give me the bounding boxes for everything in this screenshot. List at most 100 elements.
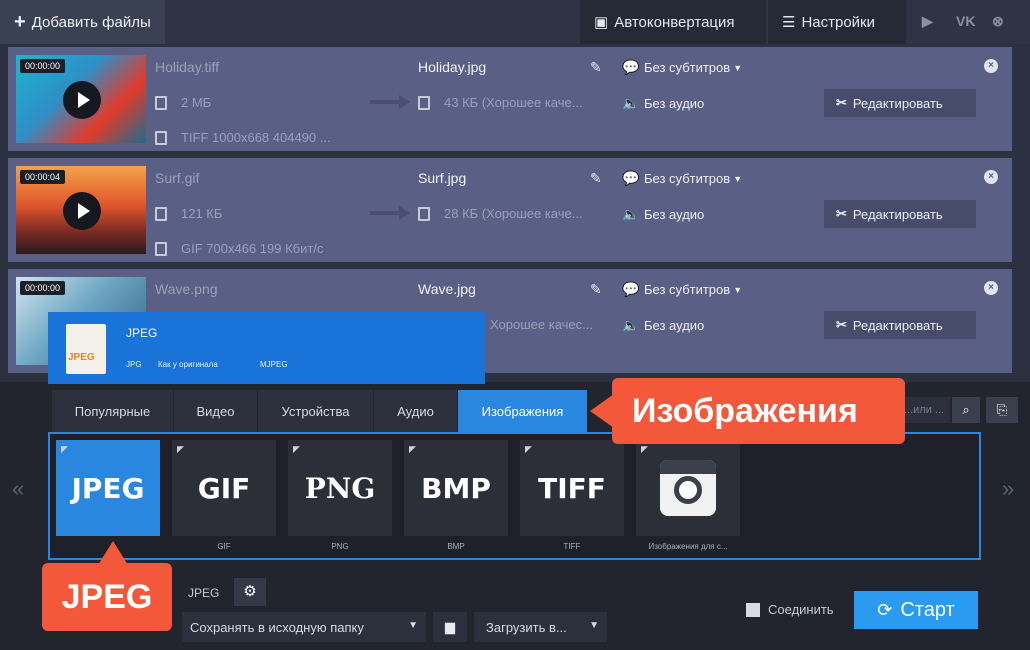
subtitles-dropdown[interactable]: 💬 Без субтитров ▼ [622, 170, 742, 187]
add-files-label: Добавить файлы [31, 13, 151, 31]
format-grid: ◤ JPEG ◤ GIF ◤ PNG ◤ BMP ◤ TIFF ◤ GIF PN… [48, 432, 981, 560]
edit-label: Редактировать [852, 95, 943, 111]
preset-title: JPEG [126, 326, 158, 340]
upload-select[interactable]: Загрузить в... ▼ [474, 612, 607, 642]
chevron-down-icon: ▼ [733, 62, 743, 73]
remove-file-icon[interactable]: × [984, 170, 998, 184]
format-tiff[interactable]: ◤ TIFF [520, 440, 624, 536]
tab-devices[interactable]: Устройства [258, 390, 374, 432]
audio-dropdown[interactable]: 🔈 Без аудио [622, 317, 704, 334]
settings-button[interactable]: ☰ Настройки [768, 0, 906, 44]
rename-pencil-icon[interactable]: ✎ [590, 281, 602, 298]
source-filename: Surf.gif [155, 170, 200, 186]
file-row[interactable]: 00:00:00 Holiday.tiff 2 МБ TIFF 1000x668… [8, 47, 1012, 151]
find-device-icon[interactable]: ⎘ [986, 397, 1018, 423]
edit-button[interactable]: ✂ Редактировать [824, 89, 976, 117]
file-icon [418, 95, 430, 110]
source-filename: Wave.png [155, 281, 218, 297]
source-info-text: TIFF 1000x668 404490 ... [181, 130, 331, 145]
audio-label: Без аудио [644, 318, 705, 333]
scroll-left-icon[interactable]: « [12, 476, 24, 502]
format-label: PNG [304, 472, 376, 505]
pin-icon: ◤ [61, 444, 68, 454]
file-icon [155, 206, 167, 221]
folder-icon[interactable]: ▆ [433, 612, 467, 642]
format-gif[interactable]: ◤ GIF [172, 440, 276, 536]
gear-icon[interactable]: ⚙ [234, 578, 266, 606]
refresh-icon: ⟳ [877, 599, 893, 620]
format-caption: TIFF [563, 542, 581, 551]
jpeg-file-icon: JPEG [66, 324, 106, 374]
format-jpeg[interactable]: ◤ JPEG [56, 440, 160, 536]
start-button[interactable]: ⟳ Старт [854, 591, 978, 629]
search-icon[interactable]: ⌕ [952, 397, 980, 423]
subtitles-dropdown[interactable]: 💬 Без субтитров ▼ [622, 59, 742, 76]
remove-file-icon[interactable]: × [984, 281, 998, 295]
edit-label: Редактировать [852, 317, 943, 333]
preset-meta-size: Как у оригинала [158, 360, 218, 369]
rename-pencil-icon[interactable]: ✎ [590, 170, 602, 187]
youtube-icon[interactable]: ▶ [922, 13, 933, 30]
file-row[interactable]: 00:00:04 Surf.gif 121 КБ GIF 700x466 199… [8, 158, 1012, 262]
join-label: Соединить [768, 602, 834, 617]
video-thumbnail[interactable]: 00:00:00 [16, 55, 146, 143]
scroll-right-icon[interactable]: » [1002, 476, 1014, 502]
checkbox-icon[interactable] [746, 602, 760, 617]
remove-file-icon[interactable]: × [984, 59, 998, 73]
tab-video[interactable]: Видео [174, 390, 258, 432]
format-caption: GIF [217, 542, 231, 551]
play-icon[interactable] [63, 192, 101, 230]
tab-images[interactable]: Изображения [458, 390, 588, 432]
add-files-button[interactable]: + Добавить файлы [0, 0, 165, 44]
edit-button[interactable]: ✂ Редактировать [824, 311, 976, 339]
tab-audio[interactable]: Аудио [374, 390, 458, 432]
duration-badge: 00:00:00 [20, 59, 66, 73]
output-size: 28 КБ (Хорошее каче... [418, 206, 583, 221]
subtitles-label: Без субтитров [644, 60, 731, 75]
save-folder-select[interactable]: Сохранять в исходную папку ▼ [182, 612, 426, 642]
file-icon-text: JPEG [68, 352, 95, 363]
scissors-icon: ✂ [836, 95, 847, 110]
subtitles-label: Без субтитров [644, 171, 731, 186]
play-icon[interactable] [63, 81, 101, 119]
output-size-text: 43 КБ (Хорошее каче... [444, 95, 583, 110]
info-icon [155, 130, 167, 145]
audio-dropdown[interactable]: 🔈 Без аудио [622, 206, 704, 223]
speech-bubble-icon: 💬 [622, 59, 640, 75]
audio-dropdown[interactable]: 🔈 Без аудио [622, 95, 704, 112]
speech-bubble-icon: 💬 [622, 281, 640, 297]
search-input[interactable]: ...или ... [900, 397, 950, 423]
images-tab-callout: Изображения [590, 378, 905, 444]
speech-bubble-icon: 💬 [622, 170, 640, 186]
format-bmp[interactable]: ◤ BMP [404, 440, 508, 536]
plus-icon: + [14, 11, 26, 33]
tab-popular[interactable]: Популярные [52, 390, 174, 432]
speaker-icon: 🔈 [622, 317, 640, 333]
rename-pencil-icon[interactable]: ✎ [590, 59, 602, 76]
output-size: 43 КБ (Хорошее каче... [418, 95, 583, 110]
source-size-text: 2 МБ [181, 95, 212, 110]
output-size-text: Хорошее качес... [490, 317, 593, 332]
category-tabs: Популярные Видео Устройства Аудио Изобра… [52, 390, 588, 432]
format-caption: BMP [447, 542, 465, 551]
format-label: JPEG [71, 472, 145, 505]
format-social-images[interactable]: ◤ [636, 440, 740, 536]
arrow-right-icon [370, 95, 410, 109]
pin-icon: ◤ [293, 444, 300, 454]
jpeg-format-callout: JPEG [42, 541, 172, 631]
preset-card[interactable]: JPEG JPEG JPG Как у оригинала MJPEG [48, 312, 485, 384]
start-label: Старт [900, 598, 955, 621]
format-png[interactable]: ◤ PNG [288, 440, 392, 536]
pin-icon: ◤ [409, 444, 416, 454]
odnoklassniki-icon[interactable]: ⊗ [992, 13, 1004, 30]
edit-button[interactable]: ✂ Редактировать [824, 200, 976, 228]
chevron-down-icon: ▼ [733, 284, 743, 295]
autoconvert-button[interactable]: ▣ Автоконвертация [580, 0, 766, 44]
join-checkbox[interactable]: Соединить [746, 602, 834, 617]
video-thumbnail[interactable]: 00:00:04 [16, 166, 146, 254]
subtitles-dropdown[interactable]: 💬 Без субтитров ▼ [622, 281, 742, 298]
vk-icon[interactable]: VK [956, 13, 975, 29]
audio-label: Без аудио [644, 96, 705, 111]
settings-label: Настройки [801, 13, 876, 31]
duration-badge: 00:00:04 [20, 170, 66, 184]
